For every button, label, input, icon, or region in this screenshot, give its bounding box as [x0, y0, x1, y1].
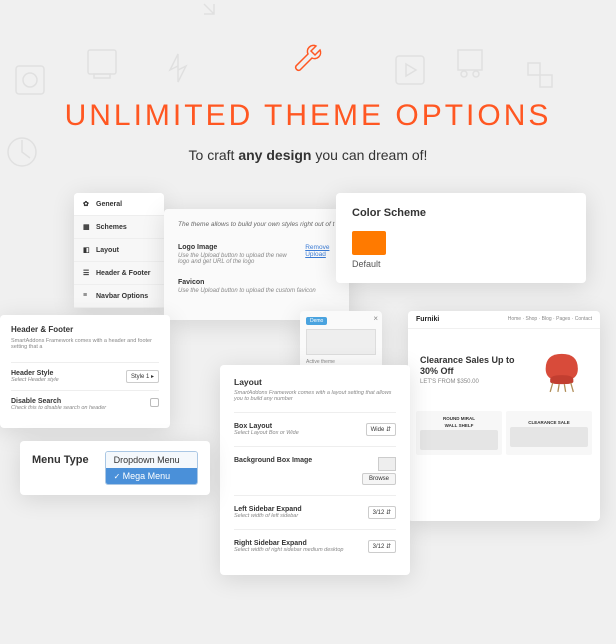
gear-icon: ✿ [83, 200, 91, 208]
page-title: UNLIMITED THEME OPTIONS [0, 99, 616, 133]
logo-field: Logo Image Use the Upload button to uplo… [178, 244, 335, 265]
color-scheme-panel: Color Scheme Default [336, 193, 586, 283]
box-layout-select[interactable]: Wide ⇵ [366, 423, 396, 436]
active-theme-panel: × Demo Active theme [300, 311, 382, 371]
general-hint: The theme allows to build your own style… [178, 221, 335, 228]
menu-option-dropdown[interactable]: Dropdown Menu [106, 452, 197, 468]
header-style-row: Header Style Select Header style Style 1… [11, 362, 159, 390]
preview-hero: Clearance Sales Up to 30% Off LET'S FROM… [408, 329, 600, 411]
preview-topbar: Furniki Home · Shop · Blog · Pages · Con… [408, 311, 600, 329]
general-panel: The theme allows to build your own style… [164, 209, 349, 320]
theme-badge: Demo [306, 317, 327, 325]
layout-panel: Layout SmartAddons Framework comes with … [220, 365, 410, 575]
color-scheme-label: Color Scheme [352, 207, 570, 219]
wrench-icon [290, 40, 326, 81]
close-icon[interactable]: × [373, 314, 378, 323]
theme-thumbnail[interactable] [306, 329, 376, 355]
preview-brand: Furniki [416, 316, 439, 323]
preview-card[interactable]: ROUND MIRAL WALL SHELF [416, 411, 502, 455]
nav-navbar-options[interactable]: ≡Navbar Options [74, 285, 164, 308]
layout-icon: ◧ [83, 246, 91, 254]
card-thumb [510, 427, 588, 447]
card-thumb [420, 430, 498, 450]
settings-sidebar: ✿General ▦Schemes ◧Layout ☰Header & Foot… [74, 193, 164, 308]
preview-card[interactable]: CLEARANCE SALE [506, 411, 592, 455]
nav-layout[interactable]: ◧Layout [74, 239, 164, 262]
nav-schemes[interactable]: ▦Schemes [74, 216, 164, 239]
right-sidebar-select[interactable]: 3/12 ⇵ [368, 540, 396, 553]
right-sidebar-row: Right Sidebar Expand Select width of rig… [234, 529, 396, 563]
header-style-select[interactable]: Style 1 ▸ [126, 370, 159, 383]
bg-image-row: Background Box Image Browse [234, 446, 396, 495]
color-swatch-default[interactable] [352, 231, 386, 255]
left-sidebar-row: Left Sidebar Expand Select width of left… [234, 495, 396, 529]
favicon-field: Favicon Use the Upload button to upload … [178, 279, 335, 294]
menu-type-label: Menu Type [32, 451, 89, 466]
chair-icon [536, 339, 588, 401]
page-subtitle: To craft any design you can dream of! [0, 147, 616, 163]
header-footer-panel: Header & Footer SmartAddons Framework co… [0, 315, 170, 428]
browse-button[interactable]: Browse [362, 473, 396, 485]
preview-cards: ROUND MIRAL WALL SHELF CLEARANCE SALE [408, 411, 600, 455]
disable-search-checkbox[interactable] [150, 398, 159, 407]
box-layout-row: Box Layout Select Layout Box or Wide Wid… [234, 412, 396, 446]
menu-icon: ≡ [83, 292, 91, 300]
preview-nav: Home · Shop · Blog · Pages · Contact [508, 316, 592, 323]
remove-upload-link[interactable]: Remove Upload [305, 244, 335, 258]
menu-type-dropdown[interactable]: Dropdown Menu Mega Menu [105, 451, 198, 485]
menu-option-mega[interactable]: Mega Menu [106, 468, 197, 484]
bg-image-preview [378, 457, 396, 471]
disable-search-row: Disable Search Check this to disable sea… [11, 390, 159, 418]
menu-type-panel: Menu Type Dropdown Menu Mega Menu [20, 441, 210, 495]
nav-general[interactable]: ✿General [74, 193, 164, 216]
grid-icon: ▦ [83, 223, 91, 231]
swatch-caption: Default [352, 259, 570, 269]
left-sidebar-select[interactable]: 3/12 ⇵ [368, 506, 396, 519]
nav-header-footer[interactable]: ☰Header & Footer [74, 262, 164, 285]
site-preview: Furniki Home · Shop · Blog · Pages · Con… [408, 311, 600, 521]
rows-icon: ☰ [83, 269, 91, 277]
